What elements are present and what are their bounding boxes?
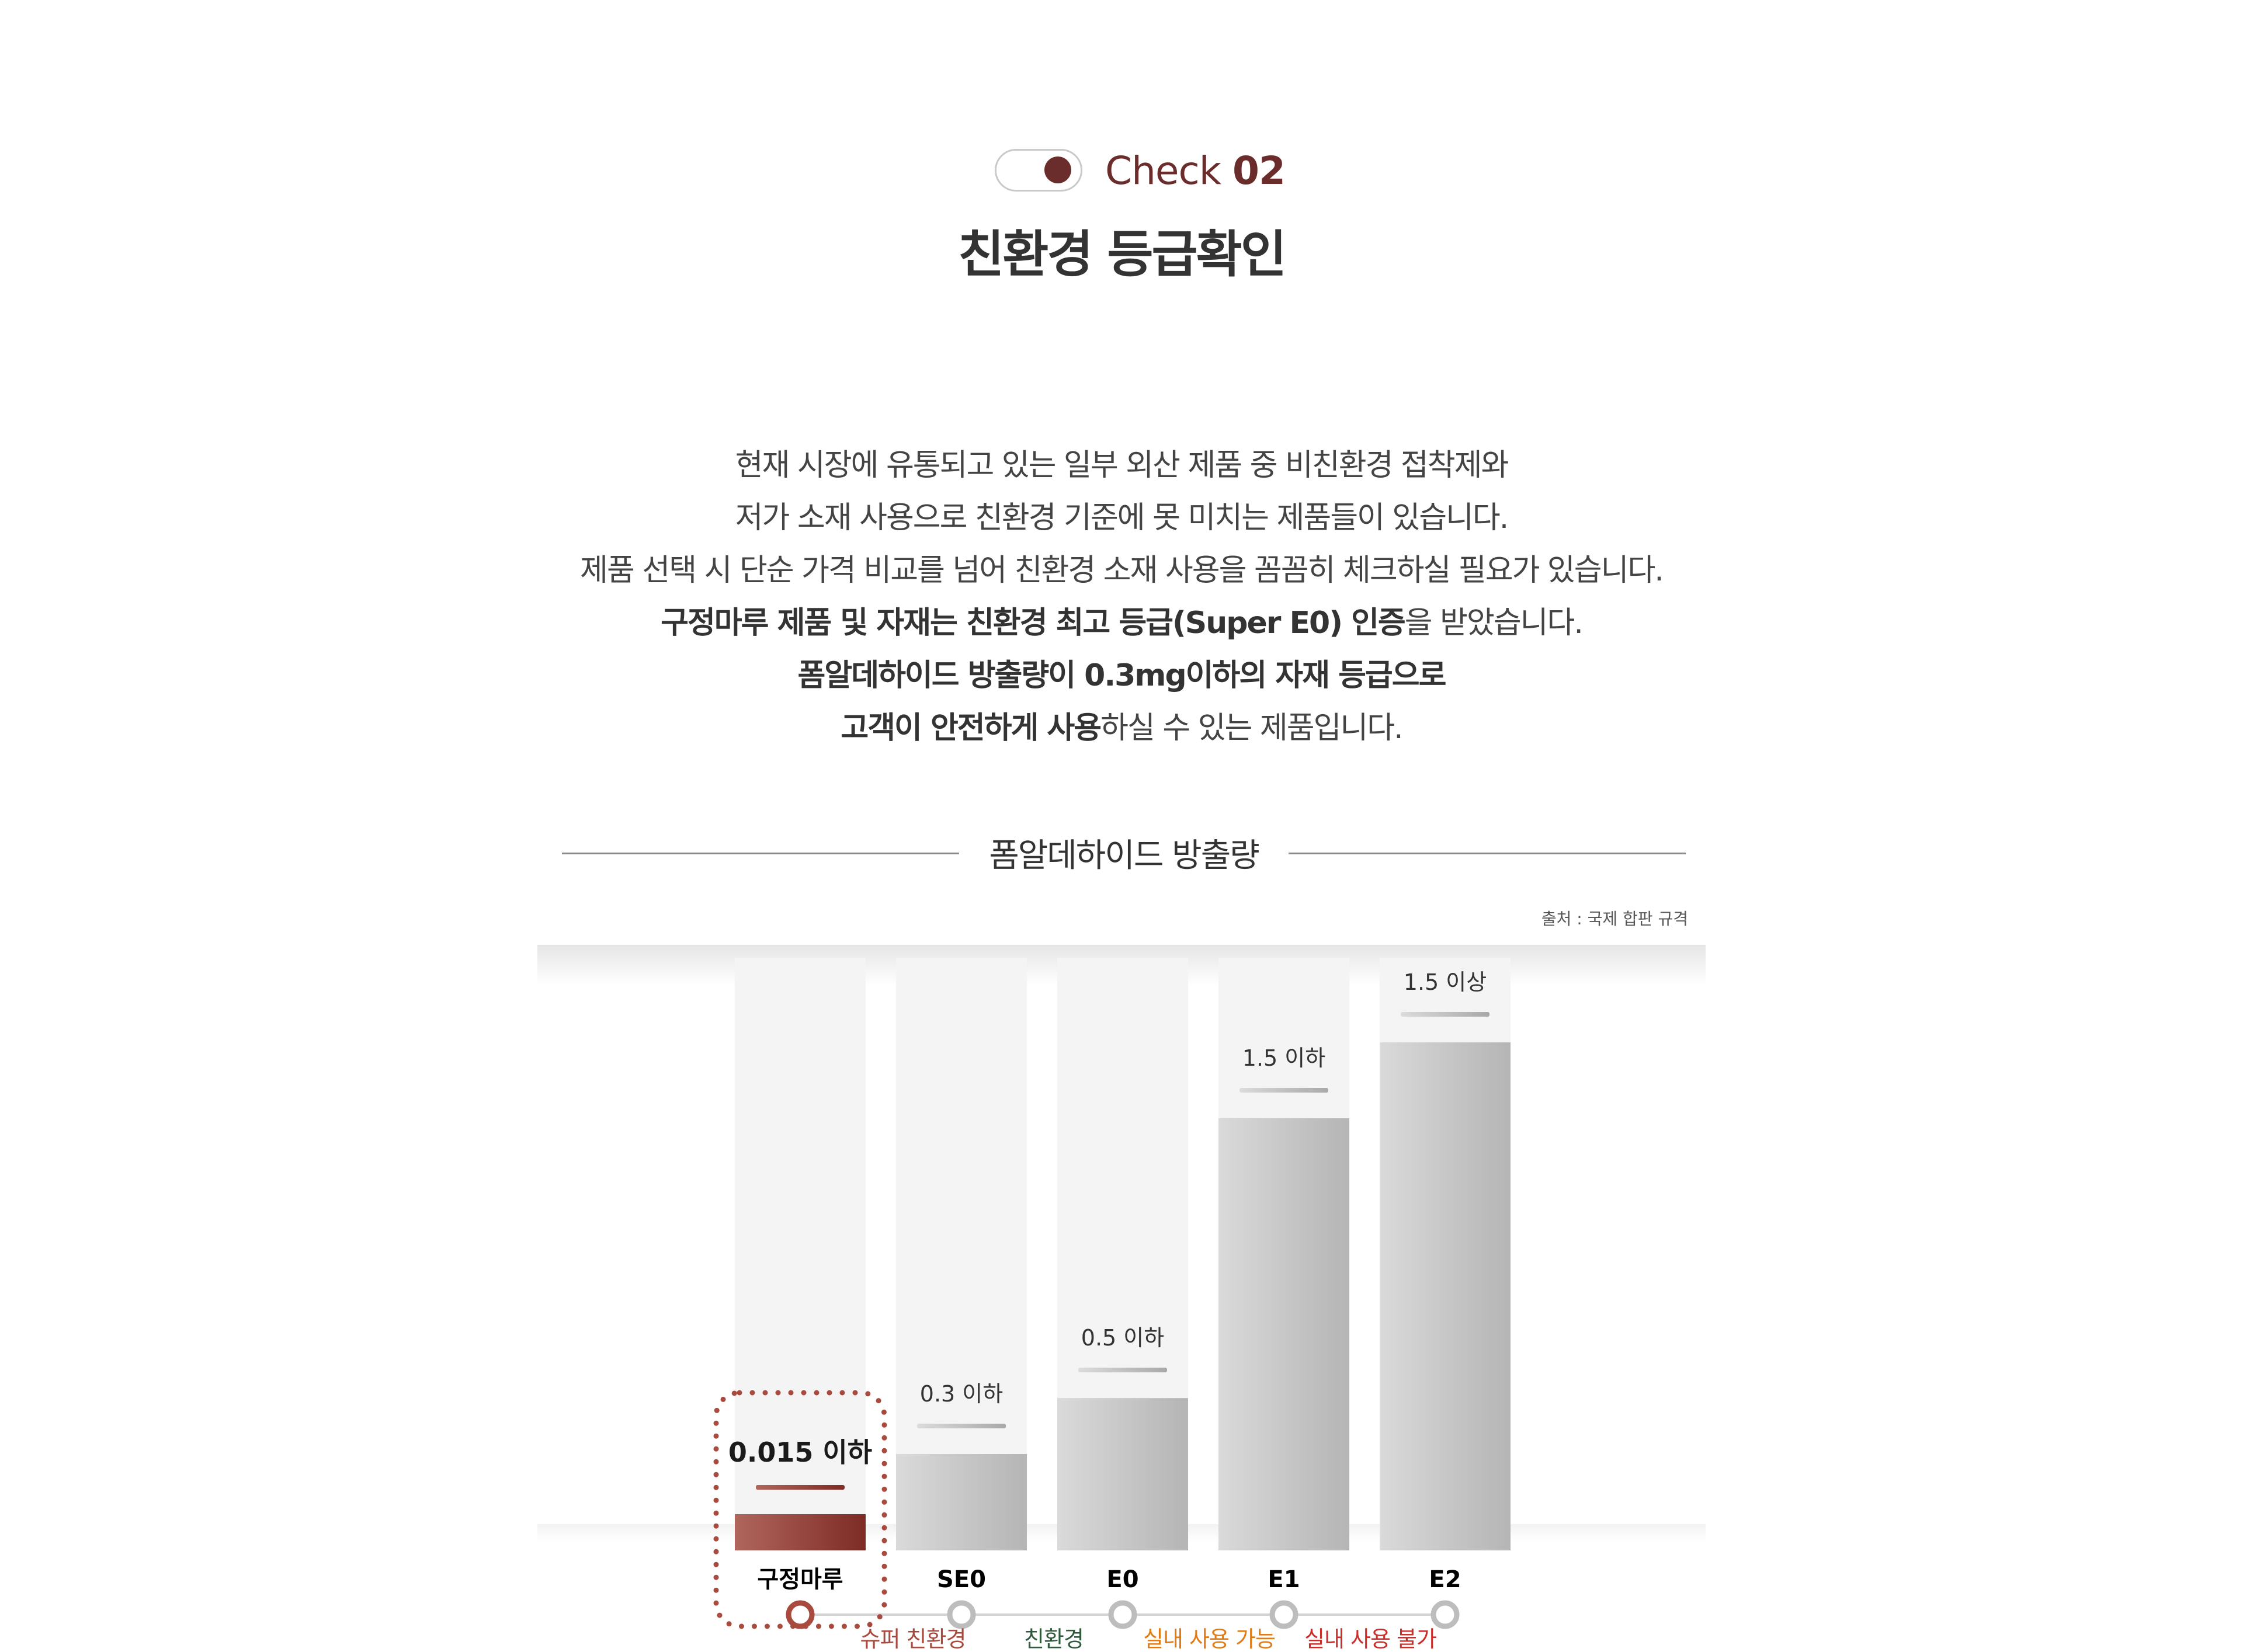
axis-marker xyxy=(1430,1600,1460,1629)
data-label: 0.015 이하 xyxy=(728,1437,872,1468)
bar xyxy=(1380,1042,1511,1550)
axis-marker xyxy=(1108,1600,1137,1629)
data-label: 1.5 이상 xyxy=(1404,969,1487,995)
x-tick-label: E1 xyxy=(1268,1566,1300,1593)
data-label-underline xyxy=(756,1485,845,1490)
x-tick-label: E2 xyxy=(1429,1566,1461,1593)
data-label-underline xyxy=(1239,1088,1328,1093)
x-tick-label: E0 xyxy=(1106,1566,1138,1593)
grade-label: 친환경 xyxy=(1024,1626,1084,1652)
x-tick-label: 구정마루 xyxy=(757,1566,843,1593)
bar xyxy=(1057,1398,1188,1550)
data-label: 0.5 이하 xyxy=(1081,1325,1164,1351)
data-label-underline xyxy=(917,1424,1006,1428)
data-label: 1.5 이하 xyxy=(1242,1045,1325,1071)
axis-marker xyxy=(1269,1600,1298,1629)
bar xyxy=(896,1454,1027,1550)
data-label-underline xyxy=(1078,1368,1167,1373)
bar xyxy=(1218,1118,1349,1550)
grade-label: 실내 사용 불가 xyxy=(1304,1626,1436,1652)
axis-marker xyxy=(786,1600,815,1629)
x-tick-label: SE0 xyxy=(937,1566,986,1593)
data-label: 0.3 이하 xyxy=(920,1381,1003,1407)
bar xyxy=(735,1514,866,1550)
axis-marker xyxy=(947,1600,976,1629)
data-label-underline xyxy=(1401,1012,1489,1017)
grade-label: 실내 사용 가능 xyxy=(1143,1626,1275,1652)
grade-label: 슈퍼 친환경 xyxy=(860,1626,966,1652)
bar-chart: 0.015 이하 0.3 이하 0.5 이하 1.5 이하 1.5 이상 구정마루 SE0… xyxy=(713,958,1511,1652)
